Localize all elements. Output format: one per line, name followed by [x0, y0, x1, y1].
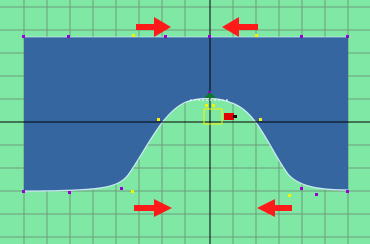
- control-handle[interactable]: [288, 194, 291, 197]
- control-handle[interactable]: [205, 104, 208, 107]
- control-handle[interactable]: [131, 190, 134, 193]
- vertex-handle[interactable]: [300, 187, 303, 190]
- curve-editor-viewport[interactable]: [0, 0, 370, 244]
- vertex-handle[interactable]: [208, 35, 211, 38]
- vertex-handle[interactable]: [67, 35, 70, 38]
- vertex-handle[interactable]: [22, 190, 25, 193]
- control-handle[interactable]: [212, 104, 215, 107]
- vertex-handle[interactable]: [22, 35, 25, 38]
- control-handle[interactable]: [157, 118, 160, 121]
- control-handle[interactable]: [259, 118, 262, 121]
- vertex-handle[interactable]: [164, 35, 167, 38]
- vertex-handle[interactable]: [300, 35, 303, 38]
- selected-marker[interactable]: [224, 113, 234, 120]
- curve-editor-canvas[interactable]: [0, 0, 370, 244]
- vertex-handle[interactable]: [346, 190, 349, 193]
- vertex-handle[interactable]: [68, 191, 71, 194]
- control-handle[interactable]: [255, 34, 258, 37]
- selected-marker-tip: [233, 115, 237, 118]
- vertex-handle[interactable]: [120, 187, 123, 190]
- vertex-handle[interactable]: [346, 35, 349, 38]
- vertex-handle[interactable]: [315, 193, 318, 196]
- control-handle[interactable]: [132, 34, 135, 37]
